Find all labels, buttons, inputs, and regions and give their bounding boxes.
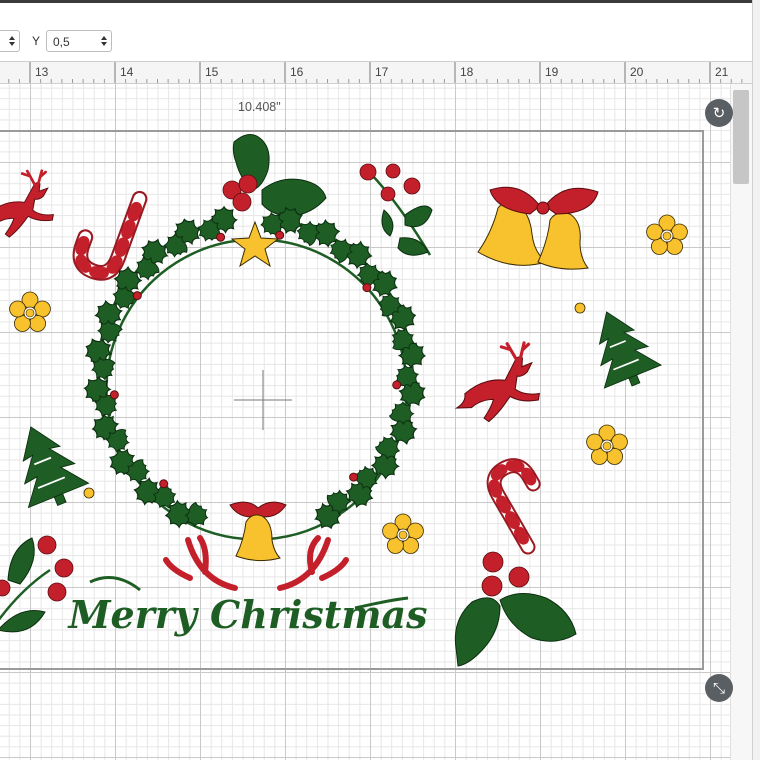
ruler-ticks: 13 14 15 16 17 18 19 20 21 [8,62,743,83]
ruler-label: 15 [205,65,219,79]
ruler-label: 14 [120,65,134,79]
stepper-down-icon [9,42,15,46]
vertical-scrollbar[interactable] [730,84,752,760]
stepper-down-icon [101,42,107,46]
ruler-label: 21 [715,65,729,79]
horizontal-ruler: 13 14 15 16 17 18 19 20 21 [0,61,752,84]
scrollbar-thumb[interactable] [733,90,749,184]
x-stepper[interactable] [4,30,20,52]
ruler-label: 18 [460,65,474,79]
width-dimension-label: 10.408" [238,100,281,114]
panel-edge [752,0,760,760]
rotate-icon: ↻ [712,105,726,122]
ruler-label: 19 [545,65,559,79]
ruler-label: 16 [290,65,304,79]
y-stepper[interactable] [96,30,112,52]
ruler-label: 20 [630,65,644,79]
selection-bounding-box[interactable] [0,130,704,670]
resize-icon: ⤡ [712,679,725,697]
resize-handle[interactable]: ⤡ [705,674,733,702]
stepper-up-icon [9,36,15,40]
toolbar: Y 0,5 [0,3,752,61]
ruler-label: 17 [375,65,389,79]
rotate-handle[interactable]: ↻ [705,99,733,127]
ruler-label: 13 [35,65,49,79]
stepper-up-icon [101,36,107,40]
y-label: Y [32,34,41,48]
